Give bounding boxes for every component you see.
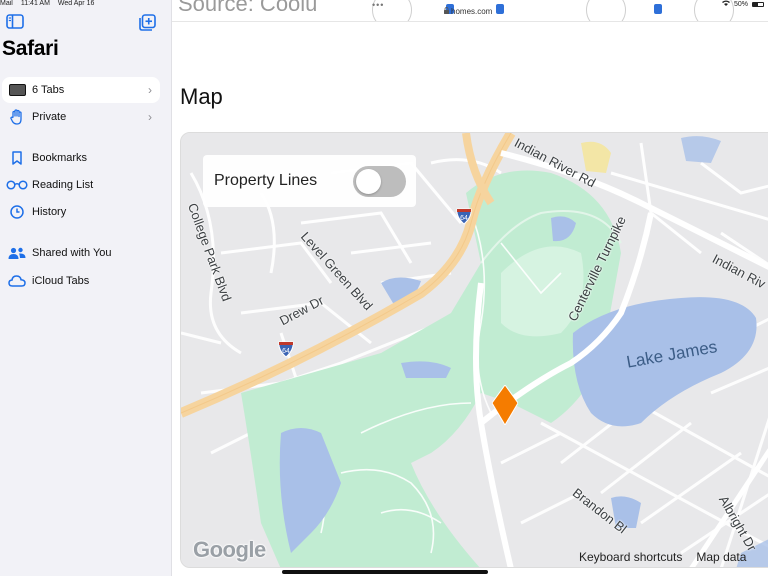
sidebar-item-label: Bookmarks <box>32 152 88 164</box>
new-tab-group-icon[interactable] <box>139 14 157 31</box>
home-indicator[interactable] <box>282 570 488 574</box>
property-lines-label: Property Lines <box>214 172 318 189</box>
highway-shield-number: 64 <box>282 348 290 355</box>
highway-shield-number: 64 <box>460 215 468 222</box>
sidebar-item-private[interactable]: Private › <box>2 104 160 130</box>
property-lines-control: Property Lines <box>203 155 416 207</box>
highway-shield-icon: 64 <box>277 340 295 358</box>
bookmark-icon <box>6 150 28 166</box>
map-attribution: Keyboard shortcuts Map data <box>579 550 746 564</box>
sidebar-item-shared-with-you[interactable]: Shared with You <box>2 240 160 266</box>
sidebar-toggle-icon[interactable] <box>6 14 24 30</box>
google-logo: Google <box>193 537 266 562</box>
cloud-icon <box>6 273 28 289</box>
map-view[interactable]: Property Lines Indian River Rd College P… <box>180 132 768 568</box>
sidebar-item-label: 6 Tabs <box>32 84 65 96</box>
tabs-icon <box>6 82 28 98</box>
keyboard-shortcuts-link[interactable]: Keyboard shortcuts <box>579 550 682 564</box>
toggle-knob <box>356 169 381 194</box>
back-to-app-link[interactable]: Mail <box>0 0 13 7</box>
safari-window: Mail 11:41 AM Wed Apr 16 50% Safari 6 Ta… <box>0 0 768 576</box>
clock-icon <box>6 204 28 220</box>
highway-shield-icon: 64 <box>455 207 473 225</box>
property-lines-toggle[interactable] <box>353 166 406 197</box>
glasses-icon <box>6 177 28 193</box>
page-title: Map <box>180 84 223 109</box>
chevron-right-icon: › <box>148 110 152 124</box>
sidebar-item-tabs[interactable]: 6 Tabs › <box>2 77 160 103</box>
sidebar-item-label: Shared with You <box>32 247 112 259</box>
sidebar-item-bookmarks[interactable]: Bookmarks <box>2 145 160 171</box>
battery-icon <box>752 1 764 7</box>
sidebar-item-label: History <box>32 206 67 218</box>
people-icon <box>6 245 28 261</box>
chevron-right-icon: › <box>148 83 152 97</box>
status-time: 11:41 AM <box>20 0 50 7</box>
property-marker-icon[interactable] <box>492 385 518 425</box>
sidebar-item-label: Private <box>32 111 67 123</box>
sidebar: Safari 6 Tabs › Private › Bookmarks Read… <box>0 0 172 576</box>
sidebar-item-label: iCloud Tabs <box>32 275 90 287</box>
hand-icon <box>6 109 28 125</box>
sidebar-title: Safari <box>2 37 59 60</box>
battery-percent: 50% <box>733 0 748 8</box>
sidebar-item-label: Reading List <box>32 179 94 191</box>
sidebar-item-reading-list[interactable]: Reading List <box>2 172 160 198</box>
map-data-link[interactable]: Map data <box>696 550 746 564</box>
status-bar: Mail 11:41 AM Wed Apr 16 50% <box>0 0 768 9</box>
status-date: Wed Apr 16 <box>57 0 95 7</box>
sidebar-item-history[interactable]: History <box>2 199 160 225</box>
wifi-icon <box>721 0 730 8</box>
sidebar-item-icloud-tabs[interactable]: iCloud Tabs <box>2 268 160 294</box>
